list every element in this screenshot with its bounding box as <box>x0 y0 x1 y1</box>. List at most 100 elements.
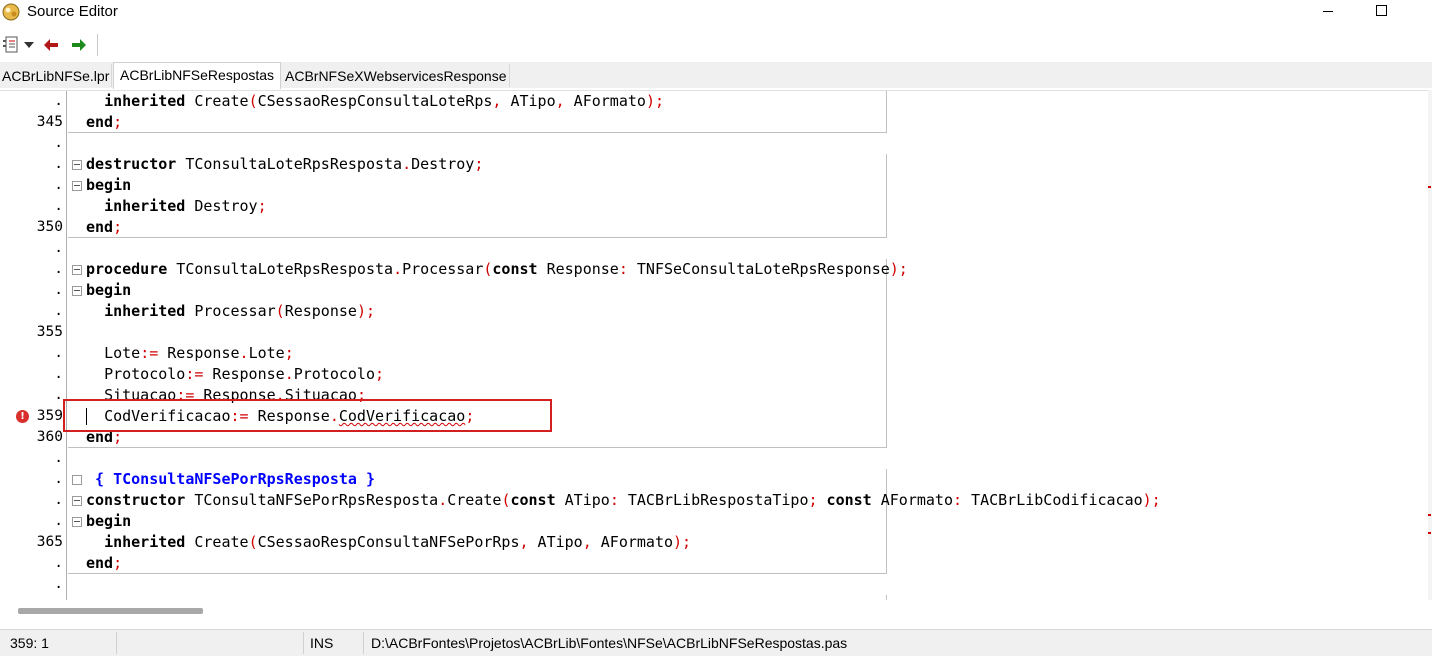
block-border <box>68 132 886 133</box>
code-token: constructor <box>86 491 186 509</box>
code-token: Create <box>447 491 502 509</box>
line-number: 359 <box>36 408 63 424</box>
minimize-button[interactable] <box>1313 0 1343 24</box>
code-token: const <box>510 491 556 509</box>
insert-mode: INS <box>310 635 334 651</box>
code-token: ); <box>356 302 375 320</box>
gutter-dot: . <box>54 135 63 151</box>
code-token: AFormato <box>871 491 953 509</box>
fold-toggle[interactable] <box>72 160 82 170</box>
code-line: Protocolo:= Response.Protocolo; <box>86 364 384 385</box>
document-list-button[interactable] <box>0 35 22 55</box>
code-token: inherited <box>104 533 186 551</box>
fold-toggle[interactable] <box>72 475 82 485</box>
code-token: TConsultaNFSePorRpsResposta <box>185 491 439 509</box>
gutter-dot: . <box>54 303 63 319</box>
line-number: 360 <box>36 429 63 445</box>
line-number: 345 <box>36 114 63 130</box>
horizontal-scrollbar[interactable] <box>0 600 1428 622</box>
error-marker[interactable] <box>1428 514 1431 516</box>
maximize-button[interactable] <box>1366 0 1396 24</box>
toolbar-separator <box>97 34 98 56</box>
code-token: ); <box>673 533 692 551</box>
code-line: constructor TConsultaNFSePorRpsResposta.… <box>86 490 1161 511</box>
code-token: Destroy <box>185 197 258 215</box>
code-token: . <box>438 491 448 509</box>
code-token: ; <box>284 344 294 362</box>
fold-toggle[interactable] <box>72 265 82 275</box>
line-number: 365 <box>36 534 63 550</box>
code-token: CSessaoRespConsultaLoteRps <box>257 92 493 110</box>
code-token: . <box>402 155 412 173</box>
dropdown-button[interactable] <box>22 35 36 55</box>
code-line: begin <box>86 280 131 301</box>
tab-acbrlibnfserespostas[interactable]: ACBrLibNFSeRespostas <box>113 62 282 89</box>
code-token: ; <box>113 113 123 131</box>
code-token: procedure <box>86 260 168 278</box>
code-token: Create <box>185 533 249 551</box>
code-token: AFormato <box>564 92 646 110</box>
fold-toggle[interactable] <box>72 517 82 527</box>
code-token: . <box>239 344 249 362</box>
code-token: : <box>609 491 619 509</box>
code-token: : <box>953 491 963 509</box>
status-separator <box>303 632 304 654</box>
code-token: const <box>817 491 872 509</box>
title-bar: Source Editor <box>0 0 1432 28</box>
gutter-dot: . <box>54 261 63 277</box>
block-border <box>886 91 887 133</box>
cursor-position: 359: 1 <box>10 635 49 651</box>
code-token: TNFSeConsultaLoteRpsResponse <box>627 260 890 278</box>
gutter-dot: . <box>54 156 63 172</box>
code-token: . <box>393 260 403 278</box>
code-token: Processar <box>402 260 484 278</box>
block-border <box>68 573 886 574</box>
code-token: Response <box>537 260 619 278</box>
tab-acbrnfsexwebservicesresponse[interactable]: ACBrNFSeXWebservicesResponse <box>283 64 510 87</box>
code-token: , <box>582 533 592 551</box>
code-token: ( <box>275 302 285 320</box>
code-token: Processar <box>185 302 276 320</box>
line-number: 350 <box>36 219 63 235</box>
fold-toggle[interactable] <box>72 286 82 296</box>
code-line: { TConsultaNFSePorRpsResposta } <box>86 469 375 490</box>
gutter-dot: . <box>54 471 63 487</box>
scrollbar-thumb[interactable] <box>18 608 203 614</box>
code-token: begin <box>86 176 132 194</box>
code-token: , <box>555 92 565 110</box>
tab-acbrlibnfse-lpr[interactable]: ACBrLibNFSe.lpr <box>0 64 113 87</box>
block-border <box>68 237 886 238</box>
code-token: ; <box>375 365 385 383</box>
error-marker[interactable] <box>1428 186 1431 188</box>
code-token: . <box>284 365 294 383</box>
back-button[interactable] <box>40 35 62 55</box>
lazarus-app-icon <box>2 3 20 21</box>
code-line: inherited Create(CSessaoRespConsultaNFSe… <box>86 532 691 553</box>
gutter-dot: . <box>54 198 63 214</box>
error-marker[interactable] <box>1428 532 1431 534</box>
code-line: end; <box>86 217 122 238</box>
gutter-dot: . <box>54 93 63 109</box>
fold-toggle[interactable] <box>72 496 82 506</box>
gutter-dot: . <box>54 576 63 592</box>
block-border <box>68 447 886 448</box>
code-token: begin <box>86 281 132 299</box>
vertical-scrollbar[interactable] <box>1428 90 1432 600</box>
code-token: inherited <box>104 302 186 320</box>
code-token: ); <box>1142 491 1161 509</box>
code-line: end; <box>86 112 122 133</box>
window-title: Source Editor <box>27 3 118 20</box>
gutter: . 345 . . . . 350 . . . . 355 . . . ! 35… <box>0 91 68 601</box>
code-token: Response <box>203 365 285 383</box>
code-editor[interactable]: . 345 . . . . 350 . . . . 355 . . . ! 35… <box>0 90 1428 601</box>
forward-button[interactable] <box>68 35 90 55</box>
code-token: Create <box>185 92 249 110</box>
fold-toggle[interactable] <box>72 181 82 191</box>
code-token: Protocolo <box>104 365 186 383</box>
gutter-dot: . <box>54 387 63 403</box>
code-token: const <box>492 260 538 278</box>
status-bar: 359: 1 INS D:\ACBrFontes\Projetos\ACBrLi… <box>0 629 1432 656</box>
code-token: , <box>519 533 529 551</box>
code-line: Lote:= Response.Lote; <box>86 343 294 364</box>
code-token: ATipo <box>501 92 556 110</box>
